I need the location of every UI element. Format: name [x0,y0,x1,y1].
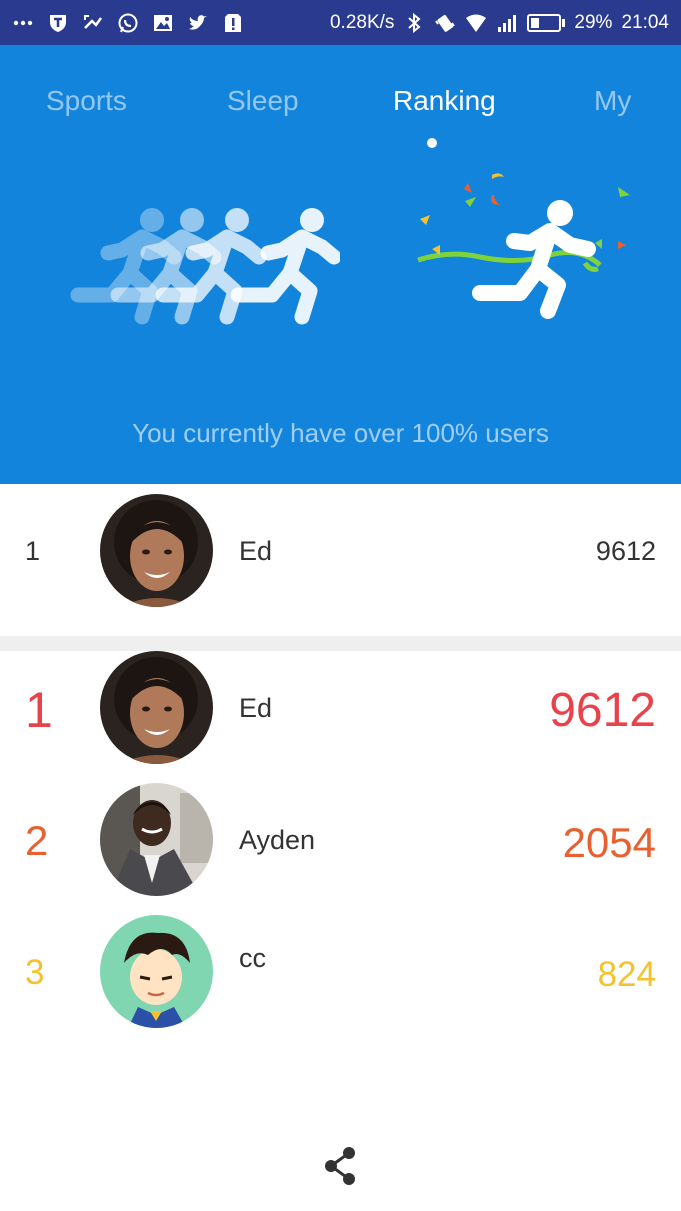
battery-percent: 29% [574,11,613,33]
step-count: 824 [597,955,656,994]
image-icon [152,12,174,34]
twitter-icon [187,12,209,34]
avatar [100,915,213,1028]
battery-icon [527,13,566,32]
tab-sports[interactable]: Sports [46,85,127,117]
list-item[interactable]: 2 Ayden 2054 [0,783,681,915]
rank-number: 3 [25,953,45,992]
share-icon[interactable] [322,1145,360,1187]
ranking-header: Sports Sleep Ranking My You currently ha… [0,45,681,484]
avatar [100,651,213,764]
vibrate-icon [434,12,456,34]
avatar [100,783,213,896]
clock: 21:04 [621,11,669,33]
missed-call-icon [82,12,104,34]
vpn-icon [47,12,69,34]
wifi-icon [465,12,487,34]
list-item[interactable]: 3 cc 824 [0,915,681,1047]
alert-icon [222,12,244,34]
runners-illustration [70,208,340,325]
step-count: 9612 [549,684,656,737]
section-divider [0,636,681,651]
my-user-name: Ed [239,536,273,566]
user-name: cc [239,943,266,973]
avatar [100,494,213,607]
status-bar: 0.28K/s 29% 21:04 [0,0,681,45]
tab-my[interactable]: My [594,85,631,117]
tab-sleep[interactable]: Sleep [227,85,299,117]
tab-ranking[interactable]: Ranking [393,85,496,117]
list-item[interactable]: 1 Ed 9612 [0,651,681,783]
winner-illustration [417,173,630,319]
active-tab-indicator [427,138,437,148]
rank-number: 2 [25,817,49,864]
my-ranking-row[interactable]: 1 Ed 9612 [0,484,681,636]
more-icon [12,12,34,34]
ranking-message: You currently have over 100% users [132,418,549,448]
user-name: Ayden [239,825,316,855]
signal-icon [496,12,518,34]
rank-number: 1 [25,682,53,738]
network-speed: 0.28K/s [329,11,395,33]
bluetooth-icon [403,12,425,34]
my-step-count: 9612 [595,536,656,566]
whatsapp-icon [117,12,139,34]
step-count: 2054 [562,819,656,866]
user-name: Ed [239,693,273,723]
my-rank-number: 1 [25,536,41,566]
